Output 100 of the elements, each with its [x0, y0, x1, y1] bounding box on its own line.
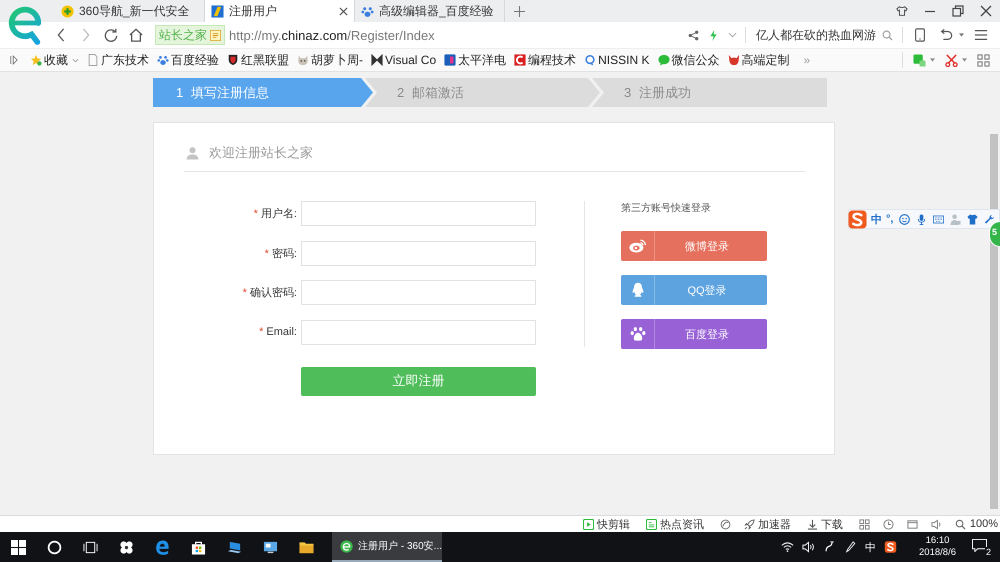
swirl-icon[interactable] [720, 518, 731, 530]
bookmark-item[interactable]: 广东技术 [87, 52, 149, 68]
notification-count: 2 [984, 547, 992, 557]
speaker-icon[interactable] [930, 518, 942, 530]
sidebar-toggle-icon[interactable] [10, 55, 18, 65]
home-icon[interactable] [129, 28, 143, 42]
status-bar-item[interactable]: 热点资讯 [646, 516, 704, 532]
caret-icon[interactable] [962, 58, 967, 62]
field-label: * 确认密码: [242, 286, 297, 300]
address-field[interactable]: http://my.chinaz.com/Register/Index [229, 28, 435, 42]
microphone-icon[interactable] [916, 214, 928, 224]
store-bag-icon[interactable] [191, 540, 206, 554]
monitor-icon[interactable] [263, 540, 278, 554]
menu-icon[interactable] [974, 28, 988, 42]
shirt-icon[interactable] [967, 214, 978, 224]
browser-logo-icon [340, 538, 354, 554]
scrollbar[interactable] [988, 72, 1000, 515]
zoom-level[interactable]: 100% [970, 518, 998, 530]
caret-icon[interactable] [930, 58, 935, 62]
input-field[interactable] [301, 280, 536, 305]
status-bar-item[interactable]: 下载 [806, 516, 843, 532]
site-name: 站长之家 [159, 26, 207, 44]
bookmark-item[interactable]: NISSIN K [584, 53, 650, 67]
progress-step: 1 填写注册信息 [153, 78, 373, 107]
close-tab-icon[interactable] [339, 6, 348, 16]
social-login-button[interactable]: 百度登录 [621, 319, 767, 349]
bookmark-item[interactable]: 红黑联盟 [227, 52, 289, 68]
ring-icon [584, 54, 596, 66]
weibo-eye-icon [628, 238, 646, 254]
card-title: 欢迎注册站长之家 [209, 145, 313, 161]
volume-icon[interactable] [802, 541, 816, 553]
browser-tab[interactable]: 注册用户 [205, 0, 355, 22]
paw-icon [361, 4, 374, 18]
zoom-icon[interactable] [954, 518, 966, 530]
new-tab-plus-icon[interactable] [514, 6, 525, 17]
clover-icon[interactable] [119, 540, 134, 554]
windows-start-icon[interactable] [11, 540, 26, 554]
bookmark-item[interactable]: 百度经验 [157, 52, 219, 68]
plus-circle-icon [61, 4, 74, 18]
bookmark-item[interactable]: 编程技术 [514, 52, 576, 68]
shield-icon [227, 54, 239, 66]
close-icon[interactable] [980, 5, 992, 17]
input-language[interactable]: 中 [865, 540, 876, 554]
ime-logo-icon[interactable] [884, 541, 898, 553]
grid-icon[interactable] [977, 54, 990, 66]
news-square-icon [646, 518, 657, 530]
wrench-icon[interactable] [984, 214, 996, 224]
pen-icon[interactable] [844, 541, 858, 553]
bookmark-item[interactable]: 收藏 [30, 52, 79, 68]
rocket-icon [744, 518, 755, 530]
reload-icon[interactable] [104, 28, 118, 42]
arc-tile-icon [514, 54, 526, 66]
star-icon [30, 54, 42, 66]
input-field[interactable] [301, 320, 536, 344]
punctuation-toggle[interactable]: °, [886, 213, 894, 225]
bookmark-item[interactable]: 胡萝卜周- [297, 52, 363, 68]
input-field[interactable] [301, 240, 536, 266]
status-bar-item[interactable]: 加速器 [744, 516, 791, 532]
certificate-icon [210, 30, 221, 40]
input-mode-toggle[interactable]: 中 [871, 212, 882, 226]
grid-icon[interactable] [858, 518, 870, 530]
caret-icon[interactable] [959, 33, 964, 37]
bookmark-item[interactable]: 高端定制 [728, 52, 790, 68]
caret-icon[interactable] [728, 32, 737, 38]
undo-icon[interactable] [939, 28, 953, 42]
status-bar-item[interactable]: 快剪辑 [582, 516, 630, 532]
laptop-icon[interactable] [227, 540, 242, 554]
hook-icon[interactable] [823, 541, 836, 553]
bookmark-item[interactable]: Visual Co [371, 53, 436, 67]
share-icon[interactable] [688, 30, 699, 40]
tile-icon [444, 54, 456, 66]
taskbar-app[interactable]: 注册用户 - 360安... [332, 532, 442, 562]
clock-date[interactable]: 2018/8/6 [919, 547, 956, 559]
window-icon[interactable] [906, 518, 918, 530]
folder-icon[interactable] [299, 540, 314, 554]
bookmark-item[interactable]: 太平洋电 [444, 52, 506, 68]
caret-icon [72, 58, 79, 62]
smiley-icon[interactable] [899, 214, 910, 224]
search-icon[interactable] [882, 30, 893, 40]
clock-time[interactable]: 16:10 [926, 535, 950, 547]
input-field[interactable] [301, 201, 536, 226]
scrollbar-thumb[interactable] [990, 134, 998, 509]
search-field[interactable]: 亿人都在砍的热血网游 [756, 28, 876, 42]
edge-browser-icon[interactable] [155, 540, 170, 554]
wifi-icon[interactable] [781, 541, 794, 553]
chat-bubble-icon [658, 54, 670, 66]
cat-face-icon [297, 54, 309, 66]
keyboard-icon[interactable] [933, 214, 944, 224]
notification-bubble-icon[interactable] [972, 539, 987, 552]
user-icon [186, 146, 199, 160]
paw-icon [628, 326, 646, 342]
bookmark-item[interactable]: 微信公众 [658, 52, 720, 68]
phone-icon[interactable] [913, 28, 927, 42]
clock-icon[interactable] [882, 518, 894, 530]
restore-icon[interactable] [952, 5, 964, 17]
task-view-icon[interactable] [83, 540, 98, 554]
tile-icon [211, 4, 224, 18]
ring-icon[interactable] [47, 540, 62, 554]
scissors-icon[interactable] [945, 54, 958, 66]
shirt-icon[interactable] [896, 5, 908, 17]
